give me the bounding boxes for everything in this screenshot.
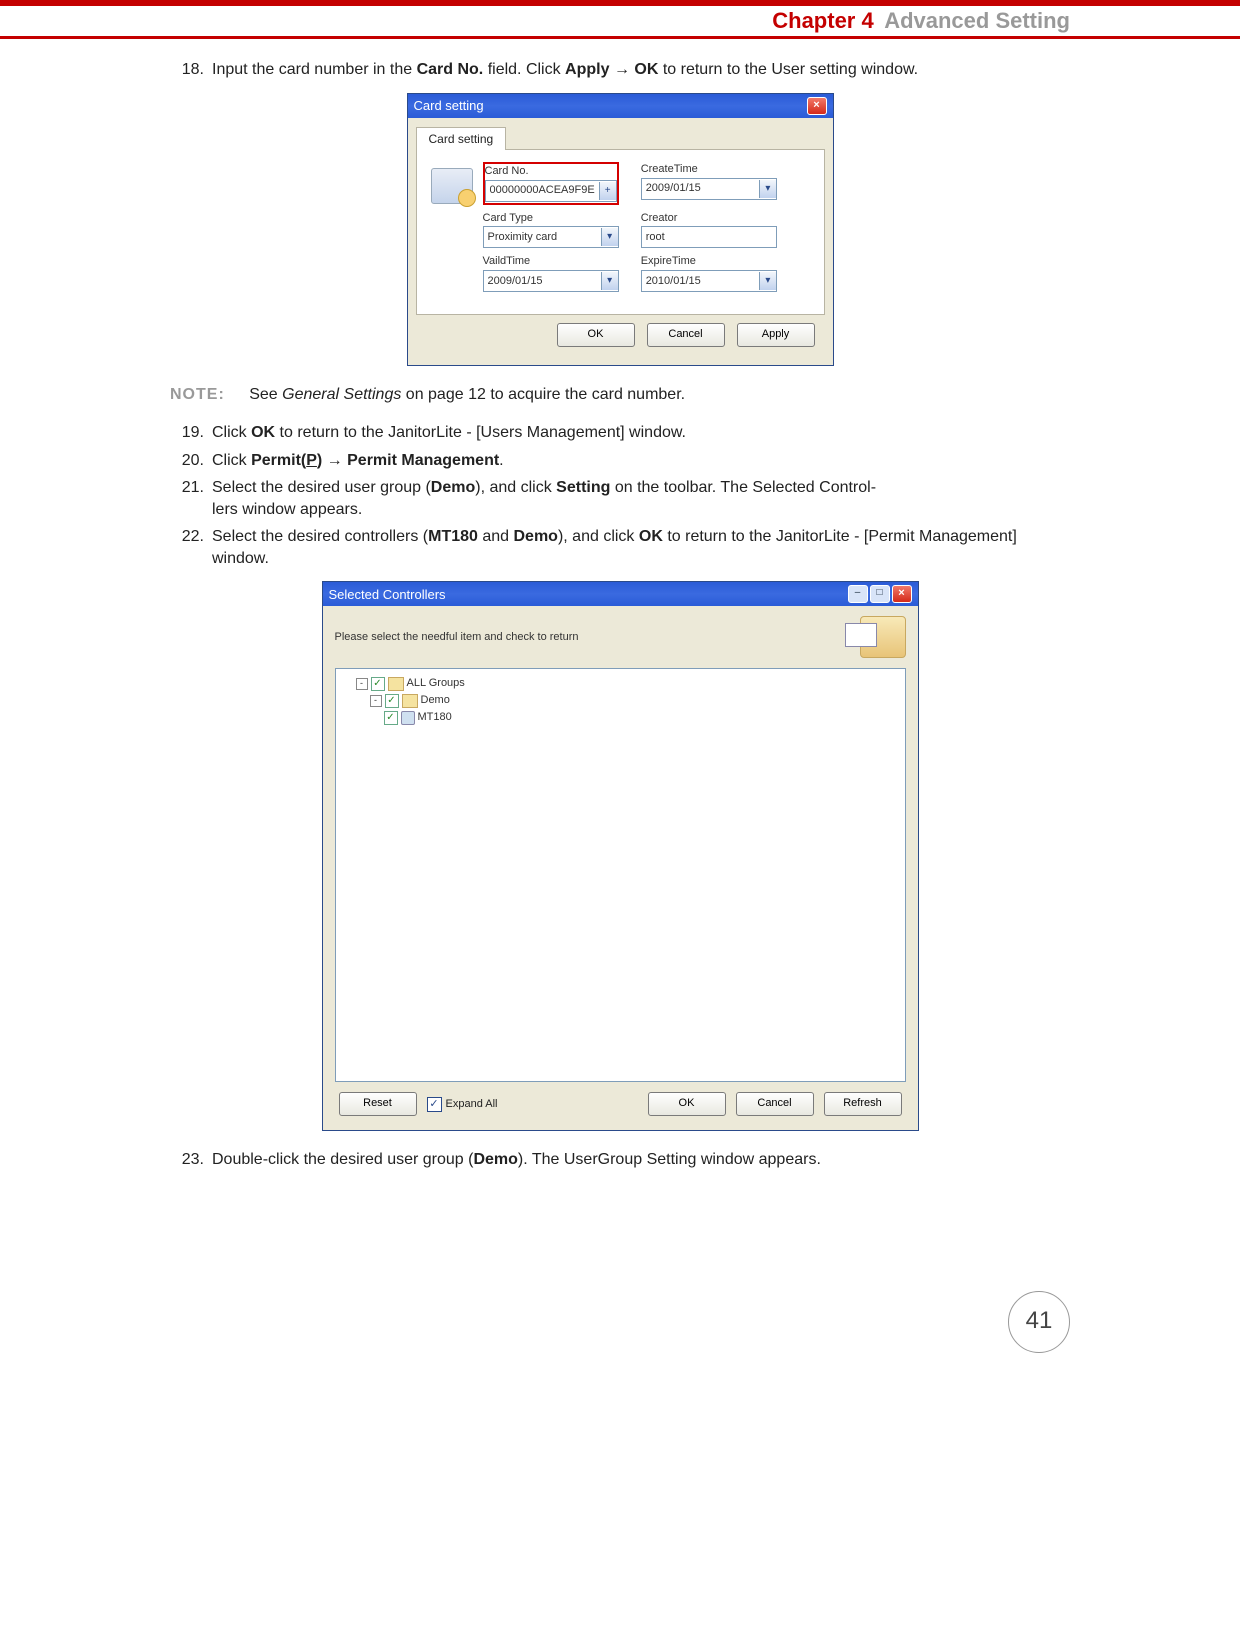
step-19: 19. Click OK to return to the JanitorLit…: [170, 422, 1070, 444]
device-icon: [401, 711, 415, 725]
step-18-text: Input the card number in the Card No. fi…: [212, 59, 1070, 81]
selected-controllers-dialog: Selected Controllers – □ × Please select…: [322, 581, 919, 1131]
expand-all-checkbox[interactable]: ✓ Expand All: [427, 1097, 498, 1112]
valid-time-input[interactable]: 2009/01/15 ▾: [483, 270, 619, 292]
expire-time-input[interactable]: 2010/01/15 ▾: [641, 270, 777, 292]
checkbox-demo[interactable]: ✓: [385, 694, 399, 708]
card-no-field: Card No. 00000000ACEA9F9E +: [483, 162, 619, 205]
step-22: 22. Select the desired controllers (MT18…: [170, 526, 1070, 569]
checkbox-all-groups[interactable]: ✓: [371, 677, 385, 691]
clipboard-icon: [860, 616, 906, 658]
dialog-titlebar: Selected Controllers – □ ×: [323, 582, 918, 606]
step-18: 18. Input the card number in the Card No…: [170, 59, 1070, 81]
chapter-label: Chapter 4: [772, 8, 873, 33]
ok-button[interactable]: OK: [557, 323, 635, 347]
tree-panel[interactable]: - ✓ ALL Groups - ✓: [335, 668, 906, 1082]
card-type-select[interactable]: Proximity card ▾: [483, 226, 619, 248]
collapse-icon[interactable]: -: [356, 678, 368, 690]
chevron-down-icon[interactable]: ▾: [601, 228, 618, 246]
folder-icon: [388, 677, 404, 691]
section-label: Advanced Setting: [884, 8, 1070, 33]
close-icon[interactable]: ×: [807, 97, 827, 115]
refresh-button[interactable]: Refresh: [824, 1092, 902, 1116]
reset-button[interactable]: Reset: [339, 1092, 417, 1116]
folder-icon: [402, 694, 418, 708]
page-number: 41: [1008, 1291, 1070, 1353]
tree-node-mt180[interactable]: ✓ MT180: [384, 709, 899, 726]
maximize-icon[interactable]: □: [870, 585, 890, 603]
apply-button[interactable]: Apply: [737, 323, 815, 347]
cancel-button[interactable]: Cancel: [736, 1092, 814, 1116]
checkbox-mt180[interactable]: ✓: [384, 711, 398, 725]
card-no-input[interactable]: 00000000ACEA9F9E +: [485, 180, 617, 202]
cancel-button[interactable]: Cancel: [647, 323, 725, 347]
card-icon: [431, 168, 473, 204]
tree-node-demo[interactable]: - ✓ Demo: [370, 692, 899, 709]
ok-button[interactable]: OK: [648, 1092, 726, 1116]
dialog-title: Selected Controllers: [329, 586, 446, 604]
creator-input[interactable]: root: [641, 226, 777, 248]
card-no-append-icon[interactable]: +: [599, 182, 616, 200]
chevron-down-icon[interactable]: ▾: [759, 180, 776, 198]
page-header: Chapter 4 Advanced Setting: [0, 0, 1240, 39]
create-time-input[interactable]: 2009/01/15 ▾: [641, 178, 777, 200]
note-label: NOTE:: [170, 386, 225, 403]
tree-node-all-groups[interactable]: - ✓ ALL Groups: [356, 675, 899, 692]
dialog-titlebar: Card setting ×: [408, 94, 833, 118]
step-21: 21. Select the desired user group (Demo)…: [170, 477, 1070, 520]
tab-card-setting[interactable]: Card setting: [416, 127, 507, 150]
dialog-hint: Please select the needful item and check…: [335, 630, 579, 645]
collapse-icon[interactable]: -: [370, 695, 382, 707]
chevron-down-icon[interactable]: ▾: [601, 272, 618, 290]
card-setting-dialog: Card setting × Card setting Card No. 000…: [407, 93, 834, 367]
step-23: 23. Double-click the desired user group …: [170, 1149, 1070, 1171]
close-icon[interactable]: ×: [892, 585, 912, 603]
minimize-icon[interactable]: –: [848, 585, 868, 603]
note-block: NOTE: See General Settings on page 12 to…: [170, 384, 1070, 406]
chevron-down-icon[interactable]: ▾: [759, 272, 776, 290]
step-20: 20. Click Permit(P) → Permit Management.: [170, 450, 1070, 472]
dialog-title: Card setting: [414, 97, 484, 115]
